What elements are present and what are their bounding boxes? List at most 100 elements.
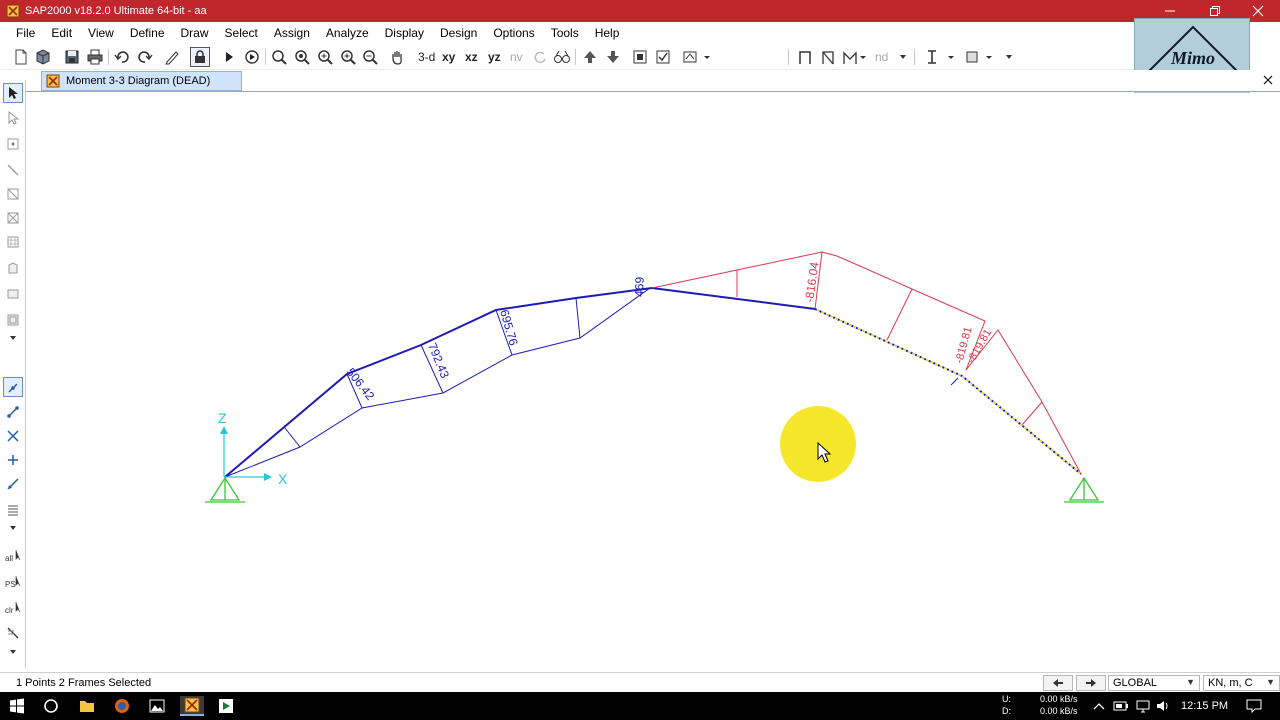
snap-ends-button[interactable]	[3, 402, 23, 422]
menu-options[interactable]: Options	[485, 26, 542, 40]
lock-model-button[interactable]	[190, 47, 210, 67]
left-arch-frame[interactable]	[224, 286, 816, 478]
coordinate-system-select[interactable]: GLOBAL ▼	[1108, 675, 1200, 691]
quick-draw-frame-button[interactable]	[3, 184, 23, 204]
nd-dropdown[interactable]	[896, 47, 910, 67]
draw-brace-button[interactable]	[818, 47, 838, 67]
zoom-in-button[interactable]	[315, 47, 335, 67]
menu-help[interactable]: Help	[587, 26, 628, 40]
clear-selection-button[interactable]: clr	[3, 598, 23, 618]
reshape-tool-button[interactable]	[3, 108, 23, 128]
rotate-view-button[interactable]	[530, 47, 550, 67]
menu-draw[interactable]: Draw	[173, 26, 217, 40]
view-xz-button[interactable]: xz	[465, 48, 478, 66]
snap-lines-button[interactable]	[3, 474, 23, 494]
pin-support-left[interactable]	[205, 476, 245, 503]
menu-edit[interactable]: Edit	[43, 26, 80, 40]
intersecting-line-select-button[interactable]	[3, 623, 23, 643]
object-shrink-button[interactable]	[630, 47, 650, 67]
redo-button[interactable]	[135, 47, 155, 67]
pointer-tool-button[interactable]	[3, 83, 23, 103]
camtasia-taskbar-button[interactable]	[215, 696, 237, 716]
view-nv-button[interactable]: nv	[510, 48, 523, 66]
close-tab-button[interactable]	[1262, 74, 1274, 86]
snap-grid-button[interactable]	[3, 500, 23, 520]
show-hidden-icons-button[interactable]	[1088, 696, 1110, 716]
sap2000-taskbar-button[interactable]	[180, 696, 204, 716]
draw-area-button[interactable]	[3, 232, 23, 252]
draw-joint-button[interactable]	[3, 134, 23, 154]
menu-define[interactable]: Define	[122, 26, 173, 40]
previous-selection-icon: PS	[5, 576, 21, 589]
quick-draw-braces-button[interactable]	[3, 208, 23, 228]
pan-button[interactable]	[387, 47, 407, 67]
select-tools-dropdown[interactable]	[3, 646, 23, 658]
network-tray-icon-button[interactable]	[1132, 696, 1154, 716]
draw-section-cut-dropdown[interactable]	[842, 47, 868, 67]
print-icon	[87, 49, 103, 65]
restore-full-view-button[interactable]	[292, 47, 312, 67]
volume-tray-icon-button[interactable]	[1152, 696, 1174, 716]
snap-perpendicular-button[interactable]	[3, 450, 23, 470]
quick-draw-area-button[interactable]	[3, 310, 23, 330]
menu-design[interactable]: Design	[432, 26, 485, 40]
battery-tray-icon-button[interactable]	[1110, 696, 1132, 716]
view-xy-button[interactable]: xy	[442, 48, 455, 66]
select-all-icon: all	[5, 550, 21, 563]
action-center-button[interactable]	[1243, 696, 1265, 716]
undo-button[interactable]	[112, 47, 132, 67]
area-section-dropdown[interactable]	[964, 47, 1000, 67]
firefox-taskbar-button[interactable]	[111, 696, 133, 716]
open-model-button[interactable]	[33, 47, 53, 67]
pin-support-right[interactable]	[1064, 476, 1104, 503]
draw-frame-line-button[interactable]	[3, 160, 23, 180]
view-yz-button[interactable]: yz	[488, 48, 501, 66]
draw-rect-area-button[interactable]	[3, 284, 23, 304]
menu-file[interactable]: File	[8, 26, 43, 40]
run-analysis-button[interactable]	[219, 47, 239, 67]
zoom-in-step-button[interactable]	[338, 47, 358, 67]
print-button[interactable]	[85, 47, 105, 67]
tab-moment-diagram[interactable]: Moment 3-3 Diagram (DEAD)	[41, 71, 242, 91]
save-button[interactable]	[62, 47, 82, 67]
draw-frame-button[interactable]	[795, 47, 815, 67]
model-view-canvas[interactable]: 506.42 792.43 695.76 469 -816.04 -819.81…	[27, 93, 1280, 669]
photos-taskbar-button[interactable]	[146, 696, 168, 716]
menu-select[interactable]: Select	[217, 26, 266, 40]
move-up-button[interactable]	[580, 47, 600, 67]
units-select[interactable]: KN, m, C ▼	[1203, 675, 1280, 691]
snap-points-button[interactable]	[3, 377, 23, 397]
toolbar-overflow-dropdown[interactable]	[1001, 47, 1017, 67]
view-3d-button[interactable]: 3-d	[418, 48, 435, 66]
nd-button[interactable]: nd	[875, 48, 888, 66]
zoom-out-button[interactable]	[360, 47, 380, 67]
section-designer-dropdown[interactable]	[922, 47, 958, 67]
menu-display[interactable]: Display	[377, 26, 432, 40]
select-all-button[interactable]: all	[3, 546, 23, 566]
snap-tools-dropdown[interactable]	[3, 522, 23, 534]
start-button[interactable]	[6, 696, 28, 716]
menu-view[interactable]: View	[80, 26, 122, 40]
display-options-dropdown[interactable]	[681, 47, 713, 67]
snap-intersections-button[interactable]	[3, 426, 23, 446]
check-model-button[interactable]	[653, 47, 673, 67]
menu-analyze[interactable]: Analyze	[318, 26, 377, 40]
selected-point-marker[interactable]	[950, 377, 959, 386]
menu-assign[interactable]: Assign	[266, 26, 318, 40]
new-model-button[interactable]	[11, 47, 31, 67]
draw-poly-area-button[interactable]	[3, 258, 23, 278]
chevron-up-icon	[1093, 703, 1105, 710]
next-view-button[interactable]	[1076, 675, 1106, 691]
get-previous-selection-button[interactable]: PS	[3, 572, 23, 592]
file-explorer-taskbar-button[interactable]	[76, 696, 98, 716]
move-down-button[interactable]	[603, 47, 623, 67]
menu-tools[interactable]: Tools	[543, 26, 587, 40]
open-icon	[36, 49, 50, 65]
perspective-toggle-button[interactable]	[552, 47, 572, 67]
refresh-window-button[interactable]	[162, 47, 182, 67]
rubber-band-zoom-button[interactable]	[269, 47, 289, 67]
previous-view-button[interactable]	[1043, 675, 1073, 691]
draw-tools-dropdown[interactable]	[3, 332, 23, 344]
run-now-button[interactable]	[242, 47, 262, 67]
cortana-search-button[interactable]	[40, 696, 62, 716]
